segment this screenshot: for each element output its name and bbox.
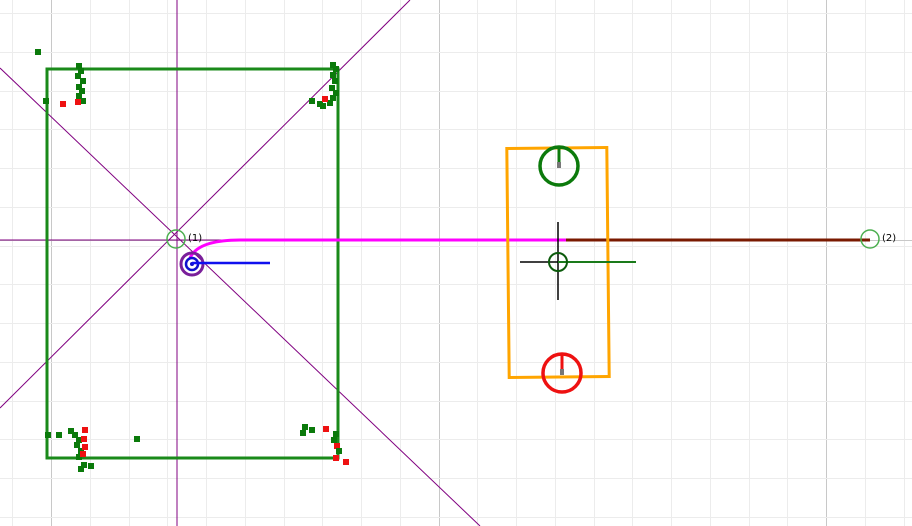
map-canvas[interactable]: (1) (2) xyxy=(0,0,912,526)
scan-point xyxy=(332,78,338,84)
marker-1-label: (1) xyxy=(188,233,202,244)
marker-2-label: (2) xyxy=(882,233,896,244)
scan-point xyxy=(45,432,51,438)
scan-point xyxy=(333,66,339,72)
scan-point xyxy=(75,99,81,105)
scan-point xyxy=(309,427,315,433)
scan-point xyxy=(43,98,49,104)
goal-green-center xyxy=(557,162,561,168)
scan-point xyxy=(80,78,86,84)
scan-point xyxy=(35,49,41,55)
scan-point xyxy=(320,103,326,109)
scan-point xyxy=(322,96,328,102)
scan-point xyxy=(78,466,84,472)
scan-point xyxy=(309,98,315,104)
scan-point xyxy=(333,455,339,461)
scan-point xyxy=(82,427,88,433)
scan-point xyxy=(56,432,62,438)
scan-point xyxy=(81,436,87,442)
canvas-background xyxy=(0,0,912,526)
scan-point xyxy=(74,442,80,448)
scan-point xyxy=(88,463,94,469)
scan-point xyxy=(134,436,140,442)
scan-point xyxy=(82,444,88,450)
scan-point xyxy=(343,459,349,465)
scan-point xyxy=(80,451,86,457)
scan-point xyxy=(300,430,306,436)
scan-point xyxy=(323,426,329,432)
scan-point xyxy=(60,101,66,107)
scan-point xyxy=(302,424,308,430)
scan-point xyxy=(331,437,337,443)
scan-point xyxy=(333,431,339,437)
scan-point xyxy=(336,448,342,454)
scan-point xyxy=(330,72,336,78)
goal-red-center xyxy=(560,369,564,375)
